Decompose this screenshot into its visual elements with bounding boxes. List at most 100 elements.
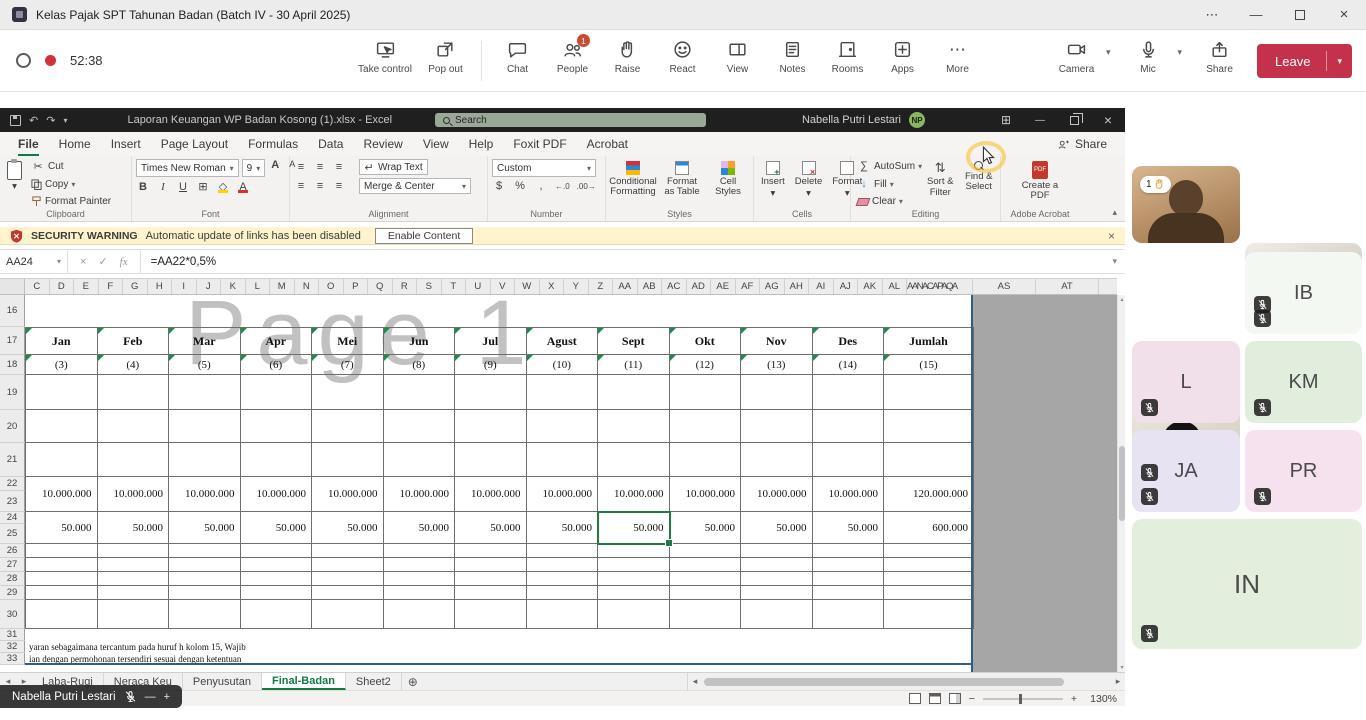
month-cell[interactable]: Apr xyxy=(241,327,313,355)
expand-formula-bar-icon[interactable]: ▾ xyxy=(1112,256,1117,267)
row-header[interactable]: 21 xyxy=(0,443,25,477)
empty-cell[interactable] xyxy=(241,586,313,600)
column-header[interactable]: Q xyxy=(368,279,393,294)
insert-cells-button[interactable]: + Insert ▾ xyxy=(758,159,788,208)
empty-cell[interactable] xyxy=(384,544,456,558)
empty-cell[interactable] xyxy=(598,558,670,572)
column-number-cell[interactable]: (4) xyxy=(98,355,170,375)
menu-tab[interactable]: Help xyxy=(459,133,504,155)
notes-button[interactable]: Notes xyxy=(765,39,820,75)
row-header[interactable]: 24 xyxy=(0,512,25,524)
empty-cell[interactable] xyxy=(241,544,313,558)
empty-cell[interactable] xyxy=(455,443,527,477)
empty-cell[interactable] xyxy=(384,375,456,410)
empty-cell[interactable] xyxy=(527,375,599,410)
empty-cell[interactable] xyxy=(598,572,670,586)
align-bottom-icon[interactable]: ≡ xyxy=(332,161,346,173)
vertical-scrollbar[interactable]: ▴ ▾ xyxy=(1117,295,1125,672)
empty-cell[interactable] xyxy=(670,558,742,572)
empty-cell[interactable] xyxy=(384,410,456,443)
row-header[interactable]: 27 xyxy=(0,558,25,572)
empty-cell[interactable] xyxy=(312,586,384,600)
sheet-tab-sheet2[interactable]: Sheet2 xyxy=(346,673,402,690)
empty-cell[interactable] xyxy=(670,586,742,600)
excel-restore-button[interactable] xyxy=(1057,108,1091,132)
value-cell[interactable]: 50.000 xyxy=(169,512,241,544)
menu-tab[interactable]: Formulas xyxy=(238,133,308,155)
mic-chevron-icon[interactable]: ▾ xyxy=(1178,47,1183,58)
normal-view-button[interactable] xyxy=(909,693,921,704)
find-select-button[interactable]: Find & Select xyxy=(962,159,997,208)
column-header[interactable]: AA xyxy=(613,279,638,294)
zoom-slider[interactable] xyxy=(983,698,1063,700)
align-left-icon[interactable]: ≡ xyxy=(294,180,308,192)
scroll-up-icon[interactable]: ▴ xyxy=(1118,296,1126,303)
empty-cell[interactable] xyxy=(741,572,813,586)
cut-button[interactable]: ✂Cut xyxy=(29,160,113,173)
excel-share-button[interactable]: Share xyxy=(1057,137,1107,151)
empty-cell[interactable] xyxy=(169,375,241,410)
participant-tile[interactable]: KM xyxy=(1245,341,1362,423)
empty-cell[interactable] xyxy=(169,410,241,443)
insert-function-icon[interactable]: fx xyxy=(120,256,128,268)
empty-cell[interactable] xyxy=(241,572,313,586)
value-cell[interactable]: 10.000.000 xyxy=(813,477,885,512)
column-number-cell[interactable]: (15) xyxy=(884,355,974,375)
menu-tab[interactable]: File xyxy=(8,133,49,155)
empty-cell[interactable] xyxy=(26,410,98,443)
align-center-icon[interactable]: ≡ xyxy=(313,180,327,192)
value-cell[interactable]: 50.000 xyxy=(455,512,527,544)
rooms-button[interactable]: Rooms xyxy=(820,39,875,75)
grow-font-icon[interactable]: A xyxy=(268,159,282,177)
empty-cell[interactable] xyxy=(169,600,241,629)
empty-cell[interactable] xyxy=(884,586,974,600)
participant-tile[interactable]: L xyxy=(1132,341,1240,423)
column-header[interactable]: H xyxy=(148,279,173,294)
value-cell[interactable]: 10.000.000 xyxy=(169,477,241,512)
empty-cell[interactable] xyxy=(26,586,98,600)
empty-cell[interactable] xyxy=(598,544,670,558)
value-cell[interactable]: 50.000 xyxy=(312,512,384,544)
column-header-squeezed[interactable]: AANACAPAQA xyxy=(907,279,973,294)
row-header[interactable]: 28 xyxy=(0,572,25,586)
column-header[interactable]: AH xyxy=(785,279,810,294)
delete-cells-button[interactable]: × Delete ▾ xyxy=(792,159,825,208)
empty-cell[interactable] xyxy=(312,558,384,572)
row-header[interactable]: 22 xyxy=(0,477,25,491)
column-number-cell[interactable]: (13) xyxy=(741,355,813,375)
hscroll-left-icon[interactable]: ◂ xyxy=(688,676,702,687)
row-header[interactable]: 19 xyxy=(0,375,25,410)
raise-button[interactable]: Raise xyxy=(600,39,655,75)
zoom-out-icon[interactable]: − xyxy=(969,693,975,705)
autosum-button[interactable]: ∑AutoSum▾ xyxy=(855,160,919,172)
month-cell[interactable]: Jumlah xyxy=(884,327,974,355)
empty-cell[interactable] xyxy=(312,600,384,629)
bold-button[interactable]: B xyxy=(136,181,150,193)
empty-cell[interactable] xyxy=(670,600,742,629)
horizontal-scroll-thumb[interactable] xyxy=(704,678,1064,686)
align-middle-icon[interactable]: ≡ xyxy=(313,161,327,173)
row-header[interactable]: 31 xyxy=(0,629,25,641)
empty-cell[interactable] xyxy=(527,572,599,586)
column-header[interactable]: AE xyxy=(711,279,736,294)
row-header[interactable]: 20 xyxy=(0,410,25,443)
empty-cell[interactable] xyxy=(527,410,599,443)
tag-minimize-icon[interactable]: — xyxy=(145,691,156,703)
page-layout-view-button[interactable] xyxy=(929,693,941,704)
empty-cell[interactable] xyxy=(598,410,670,443)
empty-cell[interactable] xyxy=(384,443,456,477)
month-cell[interactable]: Sept xyxy=(598,327,670,355)
value-cell[interactable]: 10.000.000 xyxy=(527,477,599,512)
menu-tab[interactable]: Home xyxy=(49,133,101,155)
row-header[interactable]: 33 xyxy=(0,653,25,665)
column-header[interactable]: D xyxy=(50,279,75,294)
empty-cell[interactable] xyxy=(26,572,98,586)
enter-icon[interactable]: ✓ xyxy=(98,255,107,268)
paste-button[interactable]: ▾ xyxy=(4,159,25,208)
empty-cell[interactable] xyxy=(26,600,98,629)
menu-tab[interactable]: Data xyxy=(308,133,353,155)
column-header[interactable]: J xyxy=(197,279,222,294)
empty-cell[interactable] xyxy=(384,600,456,629)
column-header[interactable]: AC xyxy=(662,279,687,294)
italic-button[interactable]: I xyxy=(156,181,170,193)
